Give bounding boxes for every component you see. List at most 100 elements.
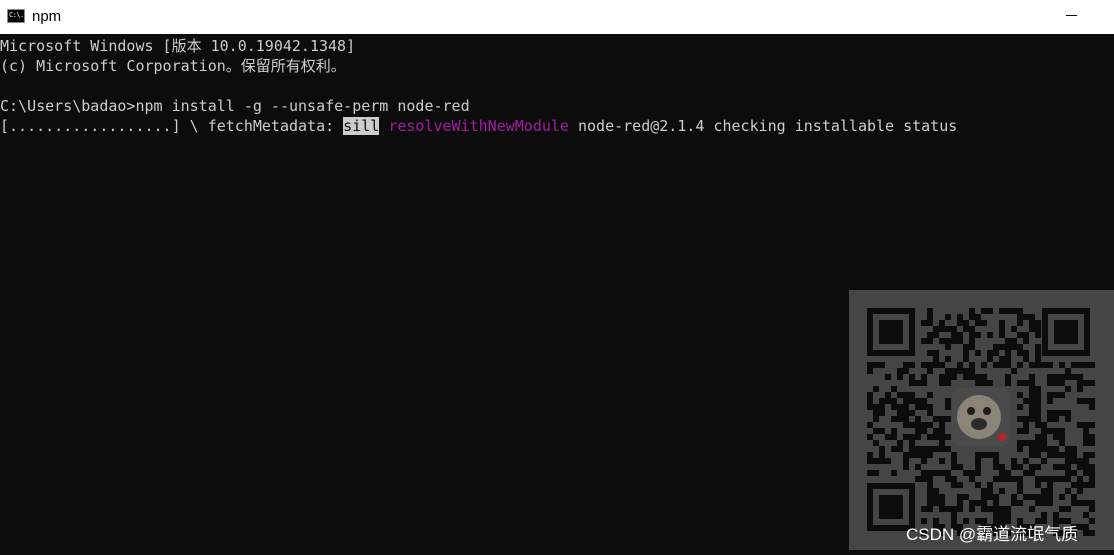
qr-module — [969, 308, 975, 314]
qr-module — [897, 392, 903, 398]
qr-module — [951, 506, 957, 512]
qr-module — [1017, 362, 1023, 368]
qr-module — [885, 458, 891, 464]
qr-module — [993, 500, 999, 506]
qr-module — [1065, 374, 1071, 380]
qr-module — [963, 344, 969, 350]
qr-module — [1029, 446, 1035, 452]
qr-module — [921, 470, 927, 476]
qr-module — [1017, 404, 1023, 410]
qr-module — [1017, 500, 1023, 506]
qr-module — [951, 476, 957, 482]
qr-module — [987, 308, 993, 314]
qr-module — [1077, 458, 1083, 464]
qr-module — [1017, 314, 1023, 320]
qr-module — [933, 350, 939, 356]
qr-module — [879, 458, 885, 464]
qr-module — [1077, 482, 1083, 488]
qr-module — [927, 308, 933, 314]
qr-module — [1041, 500, 1047, 506]
qr-module — [891, 434, 897, 440]
qr-module — [993, 452, 999, 458]
qr-module — [1065, 464, 1071, 470]
qr-module — [1005, 380, 1011, 386]
qr-module — [1089, 380, 1095, 386]
qr-module — [903, 362, 909, 368]
qr-module — [885, 374, 891, 380]
qr-module — [975, 500, 981, 506]
qr-module — [1077, 380, 1083, 386]
qr-module — [969, 506, 975, 512]
qr-module — [1023, 416, 1029, 422]
qr-module — [969, 332, 975, 338]
qr-module — [969, 368, 975, 374]
qr-module — [1041, 458, 1047, 464]
qr-module — [921, 404, 927, 410]
qr-module — [915, 422, 921, 428]
qr-module — [957, 464, 963, 470]
qr-module — [903, 404, 909, 410]
qr-module — [927, 338, 933, 344]
qr-module — [1035, 476, 1041, 482]
qr-module — [981, 380, 987, 386]
qr-module — [1017, 380, 1023, 386]
qr-module — [1071, 494, 1077, 500]
qr-module — [957, 338, 963, 344]
qr-module — [1023, 332, 1029, 338]
qr-module — [1035, 332, 1041, 338]
qr-finder-top-right — [1042, 308, 1090, 356]
qr-module — [999, 308, 1005, 314]
qr-module — [867, 362, 873, 368]
qr-module — [1029, 404, 1035, 410]
qr-module — [903, 452, 909, 458]
qr-module — [981, 500, 987, 506]
qr-module — [933, 428, 939, 434]
qr-module — [933, 416, 939, 422]
qr-module — [951, 458, 957, 464]
qr-module — [1035, 482, 1041, 488]
qr-module — [1089, 452, 1095, 458]
qr-module — [915, 398, 921, 404]
qr-module — [1029, 494, 1035, 500]
qr-module — [927, 410, 933, 416]
qr-module — [939, 440, 945, 446]
qr-module — [1059, 506, 1065, 512]
qr-module — [1065, 470, 1071, 476]
qr-module — [1089, 440, 1095, 446]
qr-module — [975, 350, 981, 356]
qr-module — [897, 374, 903, 380]
minimize-button[interactable] — [1058, 0, 1086, 34]
qr-module — [1071, 458, 1077, 464]
qr-module — [1065, 416, 1071, 422]
qr-module — [1035, 440, 1041, 446]
qr-center-avatar — [952, 388, 1010, 446]
qr-module — [999, 344, 1005, 350]
qr-module — [945, 470, 951, 476]
qr-module — [963, 470, 969, 476]
qr-module — [1035, 500, 1041, 506]
qr-module — [1089, 506, 1095, 512]
qr-module — [1077, 422, 1083, 428]
qr-module — [1053, 410, 1059, 416]
qr-module — [1023, 428, 1029, 434]
qr-module — [975, 464, 981, 470]
qr-module — [927, 362, 933, 368]
qr-module — [999, 464, 1005, 470]
qr-module — [1035, 350, 1041, 356]
qr-module — [1029, 362, 1035, 368]
qr-module — [1005, 344, 1011, 350]
qr-module — [915, 428, 921, 434]
qr-module — [975, 320, 981, 326]
qr-module — [1029, 374, 1035, 380]
qr-module — [1071, 500, 1077, 506]
qr-module — [1035, 464, 1041, 470]
qr-module — [891, 404, 897, 410]
qr-module — [1017, 332, 1023, 338]
qr-module — [987, 356, 993, 362]
qr-module — [1089, 464, 1095, 470]
qr-module — [1047, 500, 1053, 506]
qr-module — [1017, 350, 1023, 356]
qr-module — [1023, 314, 1029, 320]
qr-module — [927, 314, 933, 320]
qr-module — [921, 380, 927, 386]
